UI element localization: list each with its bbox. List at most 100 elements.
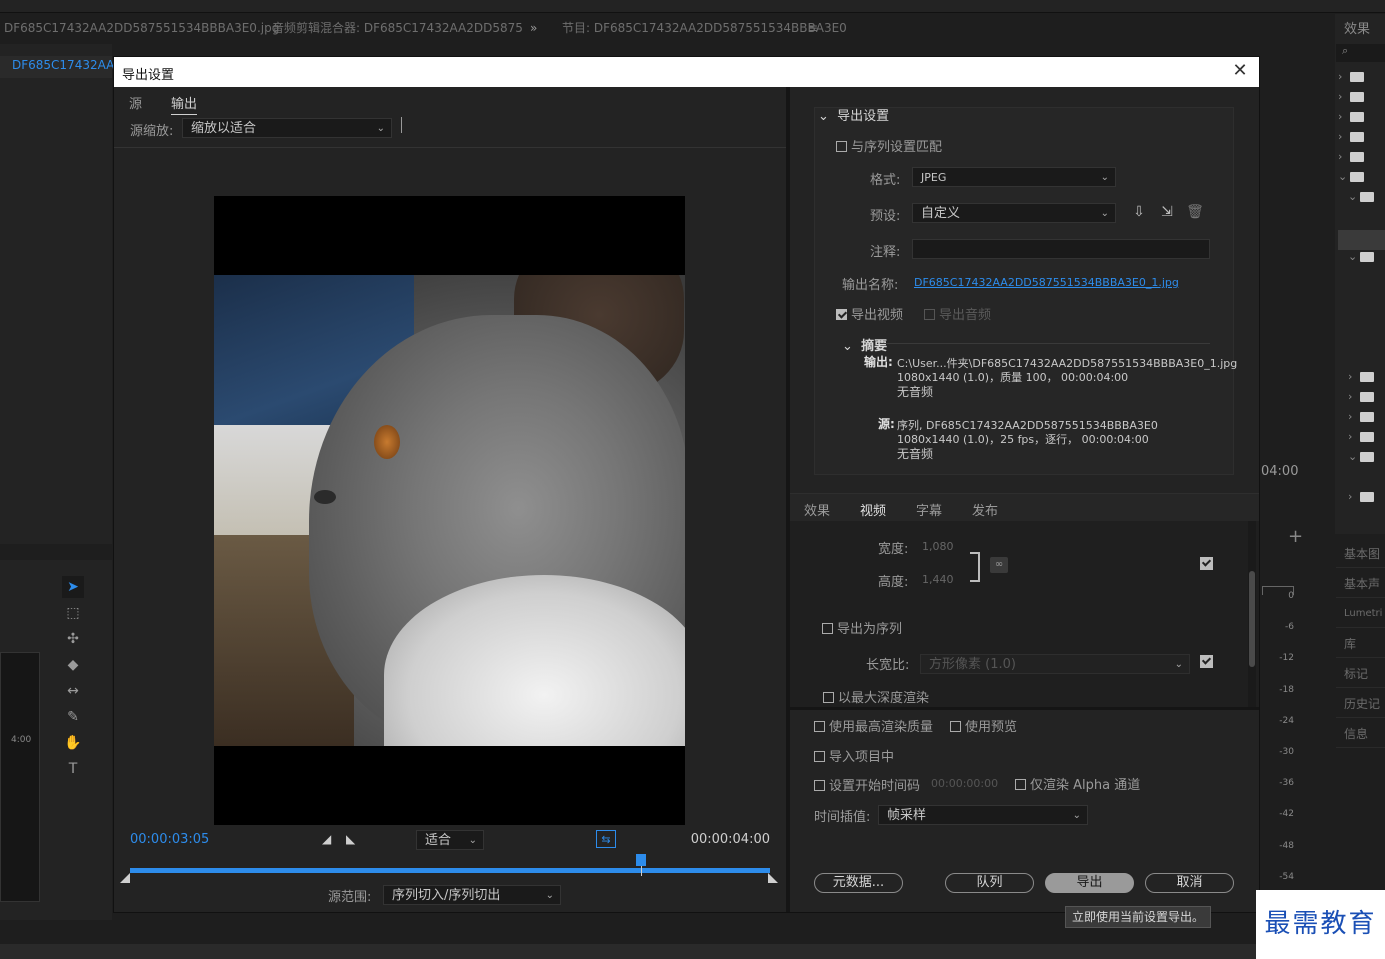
effects-tree-row[interactable]: ⌄ [1338, 450, 1385, 470]
effects-tree-row-selected[interactable] [1338, 230, 1385, 250]
panel-markers[interactable]: 标记 [1336, 660, 1385, 688]
panel-info[interactable]: 信息 [1336, 720, 1385, 748]
import-preset-icon[interactable]: ⇲ [1158, 203, 1176, 221]
tab-publish[interactable]: 发布 [972, 500, 998, 519]
panel-lumetri[interactable]: Lumetri [1336, 600, 1385, 628]
meter-tick: -48 [1279, 841, 1294, 851]
aspect-correction-icon[interactable]: ⇆ [596, 830, 616, 848]
slip-tool-icon[interactable]: ↔ [62, 680, 84, 702]
tab-source[interactable]: 源 [129, 93, 142, 112]
preset-dropdown[interactable]: 自定义 ⌄ [912, 203, 1116, 223]
effects-tree-row[interactable]: ⌄ [1338, 250, 1385, 270]
start-timecode-value[interactable]: 00:00:00:00 [931, 777, 998, 790]
height-value[interactable]: 1,440 [922, 573, 954, 586]
track-select-tool-icon[interactable]: ⬚ [62, 602, 84, 624]
max-depth-checkbox[interactable]: 以最大深度渲染 [823, 687, 929, 706]
match-source-checkbox[interactable] [1200, 557, 1217, 572]
effects-tree-row[interactable]: ⌄ [1338, 190, 1385, 210]
set-start-timecode-checkbox[interactable]: 设置开始时间码 [814, 775, 920, 794]
panel-essential-graphics[interactable]: 基本图 [1336, 540, 1385, 568]
cat-eye [374, 425, 400, 459]
mark-in-icon[interactable]: ◢ [322, 832, 331, 846]
bg-tab-overflow-icon[interactable]: » [530, 14, 537, 42]
save-preset-icon[interactable]: ⇩ [1130, 203, 1148, 221]
selection-tool-icon[interactable]: ➤ [62, 576, 84, 598]
effects-tree-row[interactable]: › [1338, 130, 1385, 150]
out-point-handle[interactable] [768, 873, 778, 883]
effects-tree-row[interactable]: › [1338, 150, 1385, 170]
format-dropdown[interactable]: JPEG ⌄ [912, 167, 1116, 187]
tab-captions[interactable]: 字幕 [916, 500, 942, 519]
tab-effects[interactable]: 效果 [804, 500, 830, 519]
render-alpha-checkbox[interactable]: 仅渲染 Alpha 通道 [1015, 774, 1140, 793]
source-range-label: 源范围: [328, 890, 372, 905]
panel-essential-sound[interactable]: 基本声 [1336, 570, 1385, 598]
checkbox-box [1200, 655, 1213, 668]
bg-tab-program[interactable]: 节目: DF685C17432AA2DD587551534BBBA3E0 [562, 14, 847, 42]
panel-libraries[interactable]: 库 [1336, 630, 1385, 658]
video-scrollbar-thumb[interactable] [1249, 571, 1255, 667]
effects-search-icon[interactable]: ⌕ [1336, 44, 1385, 62]
tools-panel: ➤ ⬚ ✣ ◆ ↔ ✎ ✋ T [62, 572, 96, 812]
bg-left-panel [0, 44, 112, 544]
effects-tree-row[interactable]: › [1338, 490, 1385, 510]
summary-header[interactable]: ⌄ 摘要 [842, 335, 887, 354]
link-chain-icon[interactable]: ∞ [990, 557, 1008, 573]
dialog-titlebar[interactable]: 导出设置 ✕ [114, 57, 1259, 87]
output-name-label: 输出名称: [842, 278, 899, 293]
export-button[interactable]: 导出 [1045, 873, 1134, 893]
in-point-handle[interactable] [120, 873, 130, 883]
effects-tree-row[interactable]: › [1338, 70, 1385, 90]
cancel-button[interactable]: 取消 [1145, 873, 1234, 893]
comments-input[interactable] [912, 239, 1210, 259]
close-icon[interactable]: ✕ [1229, 60, 1251, 82]
metadata-button[interactable]: 元数据... [814, 873, 903, 893]
export-settings-header[interactable]: ⌄ 导出设置 [818, 105, 889, 124]
aspect-match-checkbox[interactable] [1200, 655, 1217, 670]
timeline-track[interactable] [130, 868, 770, 873]
chevron-down-icon: ⌄ [842, 339, 862, 354]
max-render-quality-checkbox[interactable]: 使用最高渲染质量 [814, 716, 933, 735]
ripple-edit-tool-icon[interactable]: ✣ [62, 628, 84, 650]
effects-tree-row[interactable]: ⌄ [1338, 170, 1385, 190]
output-name-link[interactable]: DF685C17432AA2DD587551534BBBA3E0_1.jpg [914, 276, 1179, 289]
effects-tree-row[interactable]: › [1338, 110, 1385, 130]
bg-tab-audio-mixer[interactable]: 音频剪辑混合器: DF685C17432AA2DD5875 [272, 14, 523, 42]
effects-tree-row[interactable]: › [1338, 430, 1385, 450]
panel-history[interactable]: 历史记 [1336, 690, 1385, 718]
bg-tab-menu-icon[interactable]: ≡ [808, 14, 818, 42]
tab-output[interactable]: 输出 [171, 93, 198, 115]
playhead[interactable] [636, 854, 646, 866]
razor-tool-icon[interactable]: ◆ [62, 654, 84, 676]
fit-dropdown[interactable]: 适合 ⌄ [416, 830, 484, 850]
current-timecode[interactable]: 00:00:03:05 [130, 832, 209, 847]
effects-tree-row[interactable]: › [1338, 90, 1385, 110]
export-audio-checkbox[interactable]: 导出音频 [924, 304, 991, 323]
source-scale-dropdown[interactable]: 缩放以适合 ⌄ [182, 118, 392, 138]
queue-button[interactable]: 队列 [945, 873, 1034, 893]
type-tool-icon[interactable]: T [62, 758, 84, 780]
preset-value: 自定义 [921, 206, 961, 221]
delete-preset-icon[interactable]: 🗑 [1186, 203, 1204, 221]
match-sequence-checkbox[interactable]: 与序列设置匹配 [836, 136, 942, 155]
effects-tree-row[interactable]: › [1338, 410, 1385, 430]
import-into-project-checkbox[interactable]: 导入项目中 [814, 746, 894, 765]
export-as-sequence-checkbox[interactable]: 导出为序列 [822, 618, 902, 637]
bg-tab-source[interactable]: DF685C17432AA2DD587551534BBBA3E0.jpg [4, 14, 279, 42]
time-interpolation-dropdown[interactable]: 帧采样 ⌄ [878, 805, 1088, 825]
add-button-icon[interactable]: + [1288, 526, 1303, 547]
mark-out-icon[interactable]: ◣ [346, 832, 355, 846]
export-video-checkbox[interactable]: 导出视频 [836, 304, 903, 323]
effects-panel-title[interactable]: 效果 [1344, 18, 1370, 37]
use-previews-checkbox[interactable]: 使用预览 [950, 716, 1017, 735]
settings-tabbar: 效果 视频 字幕 发布 [790, 493, 1259, 524]
summary-output-line: 1080x1440 (1.0)，质量 100， 00:00:04:00 [897, 371, 1129, 384]
chevron-down-icon: ⌄ [1100, 208, 1109, 219]
source-range-dropdown[interactable]: 序列切入/序列切出 ⌄ [383, 885, 561, 905]
effects-tree-row[interactable]: › [1338, 370, 1385, 390]
hand-tool-icon[interactable]: ✋ [62, 732, 84, 754]
width-value[interactable]: 1,080 [922, 540, 954, 553]
pen-tool-icon[interactable]: ✎ [62, 706, 84, 728]
effects-tree-row[interactable]: › [1338, 390, 1385, 410]
aspect-dropdown[interactable]: 方形像素 (1.0) ⌄ [920, 654, 1190, 674]
